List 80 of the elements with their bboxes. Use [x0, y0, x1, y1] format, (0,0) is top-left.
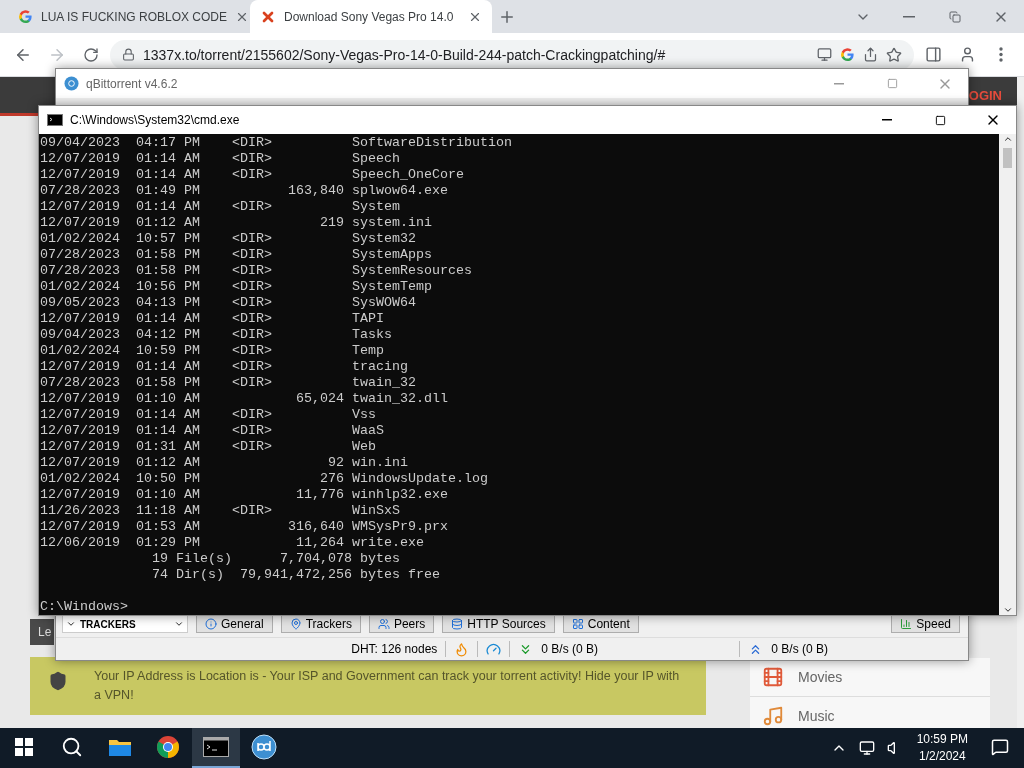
minimize-icon	[834, 82, 844, 85]
download-speed[interactable]: 0 B/s (0 B)	[541, 642, 732, 656]
notice-text: Your IP Address is Location is - Your ISP and Government can track your torrent activity! Hide your IP with a VPN!	[94, 668, 681, 704]
console-line: 07/28/2023 01:58 PM <DIR> SystemApps	[40, 247, 433, 263]
side-panel-icon	[924, 46, 942, 63]
menu-icon	[999, 47, 1003, 62]
info-icon	[205, 618, 217, 630]
console-line: 12/07/2019 01:10 AM 11,776 winhlp32.exe	[40, 487, 449, 503]
terminal-icon	[47, 114, 63, 126]
bar-chart-icon	[900, 618, 913, 630]
search-icon	[61, 736, 83, 758]
console-line: 12/07/2019 01:14 AM <DIR> tracing	[40, 359, 409, 375]
console-line: 12/06/2019 01:29 PM 11,264 write.exe	[40, 535, 425, 551]
people-icon	[377, 618, 390, 630]
upload-speed[interactable]: 0 B/s (0 B)	[771, 642, 828, 656]
terminal-icon	[203, 737, 229, 757]
maximize-icon	[934, 114, 946, 126]
console-line: 01/02/2024 10:57 PM <DIR> System32	[40, 231, 417, 247]
console-line: 07/28/2023 01:58 PM <DIR> twain_32	[40, 375, 417, 391]
console-line: 12/07/2019 01:12 AM 219 system.ini	[40, 215, 433, 231]
database-icon	[451, 618, 464, 630]
console-line: 12/07/2019 01:31 AM <DIR> Web	[40, 439, 377, 455]
google-icon	[18, 9, 33, 24]
window-title: qBittorrent v4.6.2	[86, 76, 178, 91]
scroll-thumb[interactable]	[1003, 148, 1012, 168]
folder-icon	[108, 737, 132, 757]
scroll-up-icon[interactable]	[1002, 134, 1013, 144]
chrome-icon	[156, 735, 180, 759]
notification-icon	[991, 738, 1009, 756]
music-icon	[762, 705, 784, 727]
google-icon[interactable]	[840, 47, 855, 62]
console-line: 07/28/2023 01:49 PM 163,840 splwow64.exe	[40, 183, 449, 199]
minimize-icon	[903, 15, 915, 18]
qbittorrent-icon	[64, 76, 79, 91]
browser-tab[interactable]: Download Sony Vegas Pro 14.0	[250, 0, 492, 33]
console-line: 19 File(s) 7,704,078 bytes	[150, 551, 401, 567]
console-line: 12/07/2019 01:10 AM 65,024 twain_32.dll	[40, 391, 449, 407]
console-line: 09/05/2023 04:13 PM <DIR> SysWOW64	[40, 295, 417, 311]
maximize-icon	[886, 78, 898, 89]
console-line: 12/07/2019 01:14 AM <DIR> WaaS	[40, 423, 385, 439]
windows-icon	[15, 738, 33, 756]
bookmark-icon[interactable]	[886, 46, 902, 63]
address-field[interactable]: 1337x.to/torrent/2155602/Sony-Vegas-Pro-14-0-Build-244-patch-Crackingpatching/#	[110, 39, 914, 70]
browser-tab[interactable]: LUA IS FUCKING ROBLOX CODE	[8, 0, 250, 33]
chevron-down-icon	[66, 619, 76, 629]
console-line: 12/07/2019 01:12 AM 92 win.ini	[40, 455, 409, 471]
console-line: 09/04/2023 04:17 PM <DIR> SoftwareDistribution	[40, 135, 513, 151]
page-scrollbar[interactable]	[1017, 77, 1024, 728]
chevron-down-icon	[174, 619, 184, 629]
minimize-icon	[882, 119, 892, 121]
console-line: 12/07/2019 01:53 AM 316,640 WMSysPr9.prx	[40, 519, 449, 535]
shield-icon	[48, 671, 68, 691]
console-line: 12/07/2019 01:14 AM <DIR> Vss	[40, 407, 377, 423]
console-line: 12/07/2019 01:14 AM <DIR> Speech_OneCore	[40, 167, 465, 183]
command-prompt[interactable]: C:\Windows>	[40, 599, 999, 615]
restore-icon	[949, 10, 961, 23]
clock[interactable]: 10:59 PM 1/2/2024	[908, 731, 976, 765]
scroll-down-icon[interactable]	[1002, 605, 1013, 615]
dht-status: DHT: 126 nodes	[351, 642, 438, 656]
reload-icon	[83, 46, 99, 63]
film-icon	[762, 666, 784, 688]
lock-icon	[122, 48, 135, 61]
qbittorrent-icon	[251, 734, 277, 760]
tab-label[interactable]: Le	[30, 619, 55, 645]
console-line: 07/28/2023 01:58 PM <DIR> SystemResources	[40, 263, 473, 279]
taskbar-app[interactable]	[192, 728, 240, 768]
console-line: 74 Dir(s) 79,941,472,256 bytes free	[150, 567, 441, 583]
console-line: 01/02/2024 10:56 PM <DIR> SystemTemp	[40, 279, 433, 295]
gauge-icon[interactable]	[486, 641, 502, 657]
console-line: 01/02/2024 10:59 PM <DIR> Temp	[40, 343, 385, 359]
share-icon[interactable]	[863, 47, 878, 62]
console-line: 11/26/2023 11:18 AM <DIR> WinSxS	[40, 503, 401, 519]
console-line: 01/02/2024 10:50 PM 276 WindowsUpdate.log	[40, 471, 489, 487]
console-line: 12/07/2019 01:14 AM <DIR> TAPI	[40, 311, 385, 327]
console-line: 12/07/2019 01:14 AM <DIR> System	[40, 199, 401, 215]
grid-icon	[571, 618, 584, 630]
window-title: C:\Windows\System32\cmd.exe	[70, 113, 240, 127]
pin-icon	[289, 618, 302, 630]
console-line: 09/04/2023 04:12 PM <DIR> Tasks	[40, 327, 393, 343]
console-line: 12/07/2019 01:14 AM <DIR> Speech	[40, 151, 401, 167]
